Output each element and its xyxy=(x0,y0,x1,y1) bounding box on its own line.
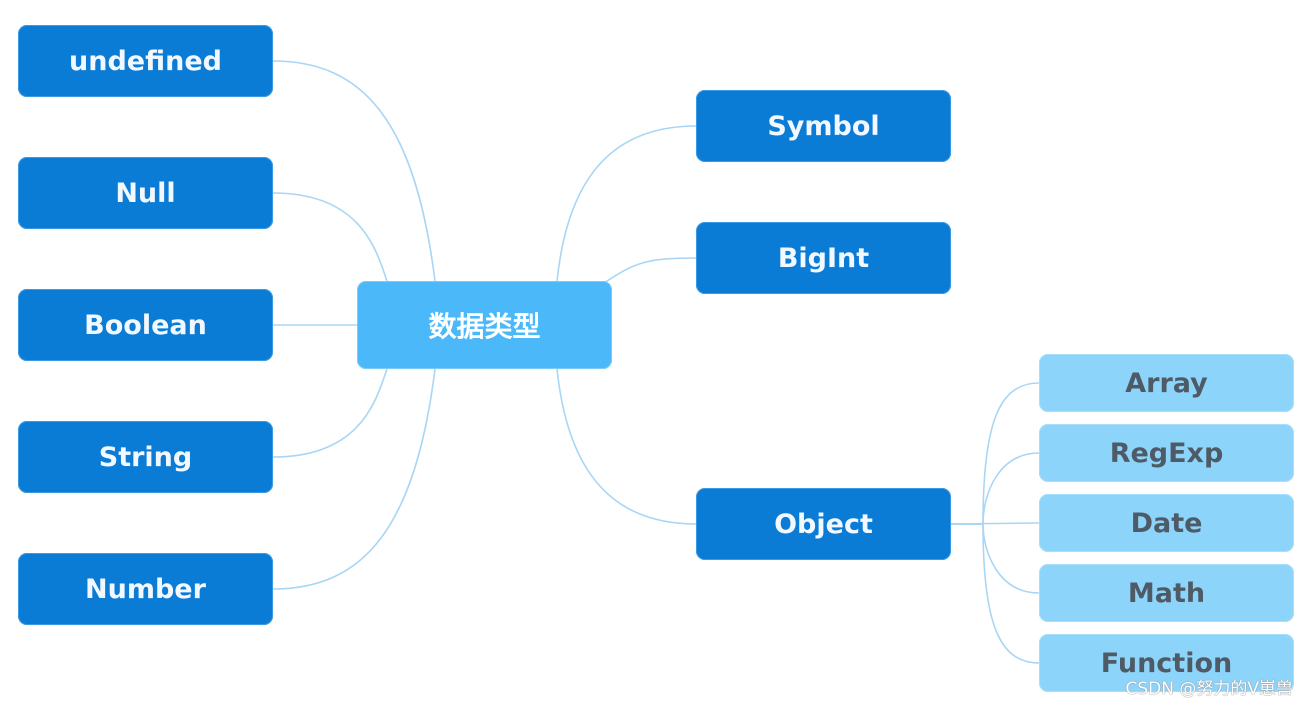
node-label: Symbol xyxy=(767,110,880,142)
connector-root-number xyxy=(272,368,436,590)
mind-map-canvas: 数据类型 undefined Null Boolean String Numbe… xyxy=(0,0,1307,707)
connector-root-undefined xyxy=(272,60,436,282)
node-label: Number xyxy=(85,573,206,605)
node-null[interactable]: Null xyxy=(18,157,273,229)
connector-root-string xyxy=(272,368,388,458)
node-label: Array xyxy=(1125,367,1208,399)
node-object[interactable]: Object xyxy=(696,488,951,560)
node-label: Object xyxy=(774,508,873,540)
node-label: RegExp xyxy=(1109,437,1224,469)
node-regexp[interactable]: RegExp xyxy=(1039,424,1294,482)
node-label: Math xyxy=(1127,577,1206,609)
node-label: Null xyxy=(115,177,176,209)
node-undefined[interactable]: undefined xyxy=(18,25,273,97)
node-label: String xyxy=(98,441,193,473)
connector-root-null xyxy=(272,192,388,282)
node-array[interactable]: Array xyxy=(1039,354,1294,412)
root-node-label: 数据类型 xyxy=(428,310,541,343)
node-boolean[interactable]: Boolean xyxy=(18,289,273,361)
node-math[interactable]: Math xyxy=(1039,564,1294,622)
connector-root-bigint xyxy=(603,257,697,284)
node-label: undefined xyxy=(69,45,222,77)
connector-object-array xyxy=(951,382,1040,525)
connector-object-regexp xyxy=(951,452,1040,525)
connector-root-object xyxy=(556,368,697,525)
node-symbol[interactable]: Symbol xyxy=(696,90,951,162)
connector-object-math xyxy=(951,523,1040,594)
connector-object-function xyxy=(951,523,1040,664)
root-node-data-types[interactable]: 数据类型 xyxy=(357,281,612,369)
watermark: CSDN @努力的V崽兽 xyxy=(1125,679,1293,699)
node-label: BigInt xyxy=(777,242,870,274)
node-number[interactable]: Number xyxy=(18,553,273,625)
node-bigint[interactable]: BigInt xyxy=(696,222,951,294)
node-date[interactable]: Date xyxy=(1039,494,1294,552)
node-label: Boolean xyxy=(84,309,207,341)
node-label: Date xyxy=(1130,507,1203,539)
node-string[interactable]: String xyxy=(18,421,273,493)
